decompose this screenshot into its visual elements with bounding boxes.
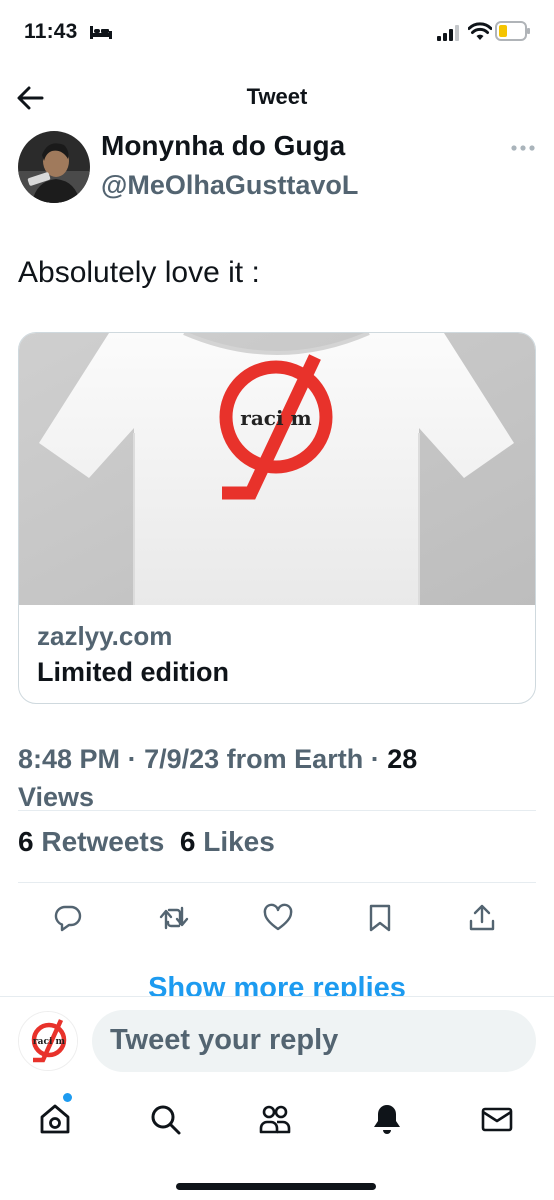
meta-separator: · [127,744,137,774]
meta-separator: · [370,744,380,774]
card-image-logo-text: raci m [240,406,311,430]
status-time: 11:43 [24,20,78,43]
user-avatar[interactable]: raci m [18,1011,78,1071]
retweet-icon[interactable] [158,902,190,934]
wifi-icon [468,22,492,40]
likes-label[interactable]: Likes [203,826,275,857]
tweet-source: from Earth [226,744,364,774]
show-more-replies-link[interactable]: Show more replies [0,972,554,998]
tweet-text: Absolutely love it : [18,256,260,289]
communities-icon[interactable] [258,1102,292,1136]
views-count: 28 [387,744,418,774]
author-display-name[interactable]: Monynha do Guga [101,130,345,162]
tweet-stats: 6 Retweets 6 Likes [18,826,275,858]
notifications-icon[interactable] [370,1102,404,1136]
tweet-header: Tweet [0,64,554,128]
author-handle[interactable]: @MeOlhaGusttavoL [101,170,358,201]
card-domain: zazlyy.com [37,621,173,651]
home-notification-dot [63,1093,72,1102]
card-title: Limited edition [37,657,229,687]
home-indicator [176,1183,376,1190]
reply-icon[interactable] [52,902,84,934]
share-icon[interactable] [466,902,498,934]
reply-avatar-logo-text: raci m [33,1037,66,1047]
likes-count[interactable]: 6 [180,826,196,857]
divider [18,810,536,811]
bookmark-icon[interactable] [364,902,396,934]
views-label: Views [18,782,95,812]
sleep-focus-icon [90,26,112,39]
like-icon[interactable] [262,902,294,934]
battery-icon [495,21,530,41]
cellular-signal-icon [437,25,459,41]
home-icon[interactable] [38,1102,72,1136]
divider [18,882,536,883]
more-options-icon[interactable] [510,144,536,152]
messages-icon[interactable] [480,1102,514,1136]
reply-input[interactable]: Tweet your reply [92,1010,536,1072]
bottom-nav [0,1082,554,1200]
status-bar: 11:43 [0,0,554,64]
tweet-date: 7/9/23 [144,744,220,774]
page-title: Tweet [246,84,308,109]
retweets-label[interactable]: Retweets [41,826,164,857]
author-avatar[interactable] [18,131,90,203]
link-card[interactable]: raci m zazlyy.com Limited edition [18,332,536,704]
reply-placeholder: Tweet your reply [110,1024,339,1056]
card-image: raci m [19,333,535,605]
tweet-meta: 8:48 PM · 7/9/23 from Earth · 28 [18,744,417,775]
retweets-count[interactable]: 6 [18,826,34,857]
tweet-time: 8:48 PM [18,744,121,774]
search-icon[interactable] [148,1102,182,1136]
reply-bar: raci m Tweet your reply [0,996,554,1082]
